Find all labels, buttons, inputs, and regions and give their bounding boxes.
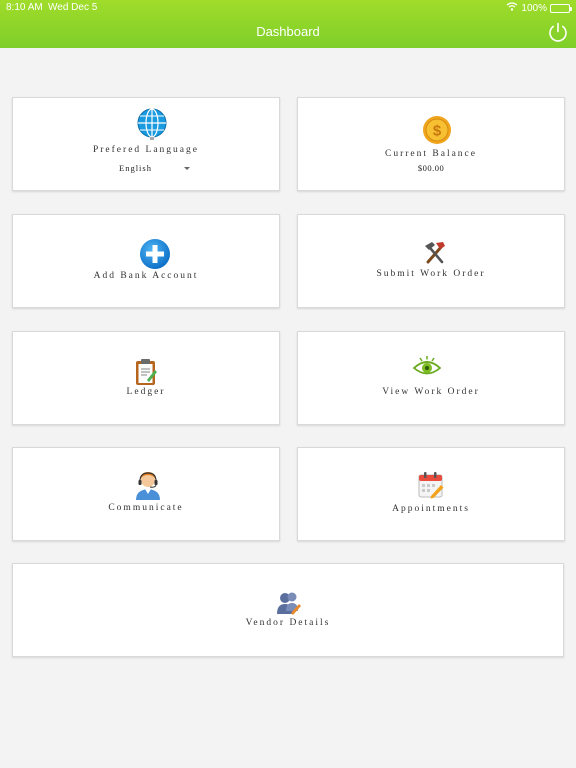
communicate-card[interactable]: Communicate — [12, 447, 280, 541]
preferred-language-card: Prefered Language English — [12, 97, 280, 191]
chevron-down-icon — [184, 167, 190, 170]
communicate-label: Communicate — [108, 503, 184, 513]
ledger-card[interactable]: Ledger — [12, 331, 280, 425]
add-bank-account-card[interactable]: Add Bank Account — [12, 214, 280, 308]
status-time: 8:10 AM — [6, 2, 43, 13]
ledger-label: Ledger — [126, 387, 166, 397]
globe-icon — [137, 108, 167, 140]
appointments-card[interactable]: Appointments — [297, 447, 565, 541]
eye-icon — [412, 356, 442, 375]
status-right: 100% — [506, 2, 572, 14]
clipboard-icon — [136, 359, 157, 385]
view-work-order-label: View Work Order — [382, 387, 480, 397]
support-agent-icon — [136, 472, 160, 500]
current-balance-card[interactable]: $ Current Balance $00.00 — [297, 97, 565, 191]
calendar-icon — [418, 472, 444, 499]
hammer-icon — [425, 242, 445, 264]
page-title: Dashboard — [256, 24, 320, 39]
preferred-language-label: Prefered Language — [92, 145, 199, 155]
plus-circle-icon — [140, 239, 170, 269]
vendor-details-label: Vendor Details — [245, 618, 331, 628]
submit-work-order-label: Submit Work Order — [376, 269, 486, 279]
view-work-order-card[interactable]: View Work Order — [297, 331, 565, 425]
top-bar: 8:10 AM Wed Dec 5 100% Dashboard — [0, 0, 576, 48]
appointments-label: Appointments — [392, 504, 470, 514]
status-bar: 8:10 AM Wed Dec 5 100% — [0, 0, 576, 16]
vendor-people-icon — [277, 592, 301, 615]
status-date: Wed Dec 5 — [48, 2, 98, 13]
battery-percent: 100% — [521, 2, 547, 14]
vendor-details-card[interactable]: Vendor Details — [12, 563, 564, 657]
battery-icon — [550, 3, 572, 13]
submit-work-order-card[interactable]: Submit Work Order — [297, 214, 565, 308]
language-value: English — [119, 163, 152, 173]
power-button[interactable] — [547, 21, 569, 43]
current-balance-label: Current Balance — [385, 149, 477, 159]
language-dropdown[interactable]: English — [117, 162, 195, 176]
wifi-icon — [506, 2, 518, 14]
current-balance-value: $00.00 — [417, 163, 445, 173]
svg-text:$: $ — [433, 123, 442, 140]
dollar-coin-icon: $ — [423, 116, 451, 144]
power-icon — [549, 22, 567, 42]
add-bank-account-label: Add Bank Account — [93, 271, 199, 281]
